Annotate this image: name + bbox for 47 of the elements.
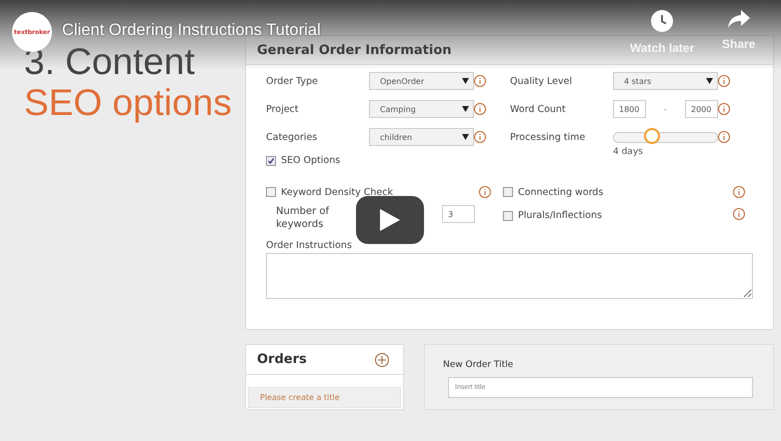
info-icon[interactable] — [718, 103, 730, 115]
field-label: Quality Level — [510, 76, 574, 86]
field-label: Categories — [266, 132, 318, 142]
info-icon[interactable] — [718, 75, 730, 87]
field-label: Order Instructions — [266, 240, 352, 251]
field-label: Word Count — [510, 104, 567, 114]
range-separator: - — [664, 104, 667, 114]
field-label: New Order Title — [443, 360, 514, 370]
dropdown[interactable]: children — [369, 128, 474, 146]
slider-thumb[interactable] — [644, 128, 660, 144]
play-button[interactable] — [356, 196, 424, 244]
play-icon — [380, 209, 400, 231]
checkbox-label: Plurals/Inflections — [518, 210, 602, 221]
checkbox[interactable] — [503, 210, 513, 220]
caret-icon — [462, 106, 469, 112]
checkbox-label: SEO Options — [281, 155, 340, 166]
info-icon[interactable] — [474, 131, 486, 143]
orders-title: Orders — [257, 352, 307, 367]
checkbox-label: Keyword Density Check — [281, 186, 393, 198]
field-label: Order Type — [266, 76, 319, 86]
checkbox[interactable] — [266, 187, 276, 197]
caret-icon — [706, 78, 713, 84]
share-icon — [728, 10, 750, 28]
input-field[interactable]: 2000 — [684, 100, 718, 118]
input-field[interactable]: 3 — [442, 205, 475, 223]
info-icon[interactable] — [718, 131, 730, 143]
field-label: Number of keywords — [275, 205, 330, 231]
info-icon[interactable] — [733, 208, 745, 220]
add-icon[interactable] — [375, 352, 389, 366]
dropdown[interactable]: Camping — [369, 100, 474, 118]
info-icon[interactable] — [474, 103, 486, 115]
input-field[interactable]: 1800 — [613, 100, 646, 118]
dropdown[interactable]: OpenOrder — [369, 72, 474, 90]
field-label: Processing time — [510, 132, 586, 142]
slide-subheading: SEO options — [24, 82, 233, 124]
dropdown[interactable]: 4 stars — [613, 72, 718, 90]
caret-icon — [462, 134, 469, 140]
checkbox[interactable] — [503, 187, 513, 197]
clock-icon — [651, 10, 674, 32]
info-icon[interactable] — [733, 186, 745, 198]
info-icon[interactable] — [474, 75, 486, 87]
checkbox-label: Connecting words — [518, 186, 604, 198]
info-icon[interactable] — [479, 186, 491, 198]
slider-reading: 4 days — [613, 147, 643, 157]
field-label: Project — [266, 104, 300, 114]
caret-icon — [462, 78, 469, 84]
checkbox[interactable] — [266, 156, 276, 166]
